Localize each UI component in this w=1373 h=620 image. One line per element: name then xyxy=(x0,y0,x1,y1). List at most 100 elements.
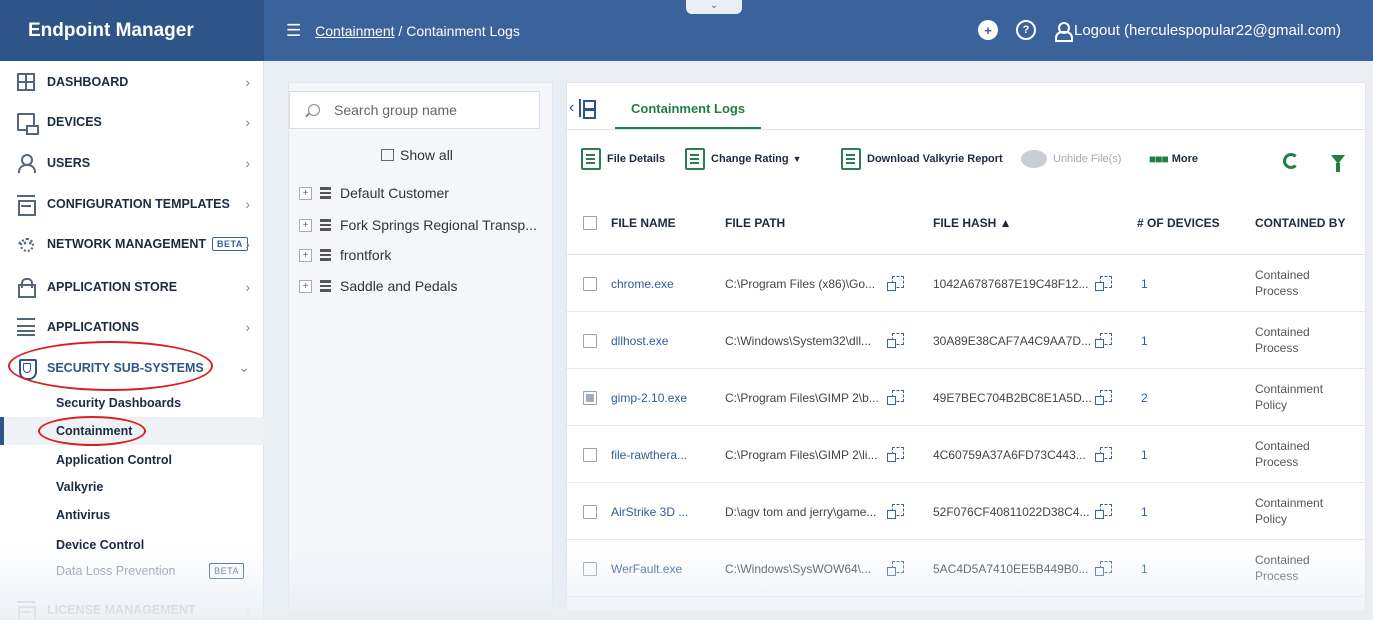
change-rating-button[interactable]: Change Rating ▼ xyxy=(685,145,802,173)
header-actions: + ? Logout (herculespopular22@gmail.com) xyxy=(978,18,1341,42)
show-all-button[interactable]: Show all xyxy=(381,147,453,163)
sidebar-subitem-valkyrie[interactable]: Valkyrie xyxy=(0,473,264,501)
table-row[interactable]: file-rawthera... C:\Program Files\GIMP 2\… xyxy=(567,426,1367,483)
column-contained-by[interactable]: CONTAINED BY xyxy=(1255,216,1345,230)
copy-path-icon[interactable] xyxy=(887,447,904,462)
app-title[interactable]: Endpoint Manager xyxy=(0,0,264,61)
group-tree-icon[interactable] xyxy=(579,99,596,119)
store-icon xyxy=(17,277,36,298)
refresh-icon[interactable] xyxy=(1283,153,1299,169)
copy-hash-icon[interactable] xyxy=(1095,390,1112,405)
column-file-name[interactable]: FILE NAME xyxy=(611,216,676,230)
tree-item[interactable]: + Saddle and Pedals xyxy=(299,276,458,296)
expand-icon[interactable]: + xyxy=(299,186,312,200)
group-search-input[interactable] xyxy=(334,102,524,118)
sidebar-item-network-management[interactable]: NETWORK MANAGEMENT BETA › xyxy=(0,223,264,264)
row-checkbox[interactable] xyxy=(583,277,597,291)
device-count-link[interactable]: 2 xyxy=(1141,391,1148,405)
device-count-link[interactable]: 1 xyxy=(1141,505,1148,519)
column-devices[interactable]: # OF DEVICES xyxy=(1137,216,1220,230)
breadcrumb-containment-link[interactable]: Containment xyxy=(315,23,394,39)
sidebar-item-security-sub-systems[interactable]: SECURITY SUB-SYSTEMS ⌄ xyxy=(0,347,264,388)
filter-icon[interactable] xyxy=(1331,155,1345,172)
expand-icon[interactable]: + xyxy=(299,218,312,232)
tree-item[interactable]: + Fork Springs Regional Transp... xyxy=(299,215,537,235)
sidebar-item-application-store[interactable]: APPLICATION STORE › xyxy=(0,266,264,307)
download-valkyrie-report-button[interactable]: Download Valkyrie Report xyxy=(841,145,1003,173)
sidebar-item-configuration-templates[interactable]: CONFIGURATION TEMPLATES › xyxy=(0,183,264,224)
file-details-button[interactable]: File Details xyxy=(581,145,665,173)
expand-icon[interactable]: + xyxy=(299,248,312,262)
copy-hash-icon[interactable] xyxy=(1095,504,1112,519)
table-row[interactable]: gimp-2.10.exe C:\Program Files\GIMP 2\b..… xyxy=(567,369,1367,426)
file-name-link[interactable]: gimp-2.10.exe xyxy=(611,391,687,405)
column-file-path[interactable]: FILE PATH xyxy=(725,216,785,230)
table-row[interactable]: WerFault.exe C:\Windows\SysWOW64\... 5AC4D… xyxy=(567,540,1367,597)
sidebar-item-label: DEVICES xyxy=(47,114,102,129)
copy-hash-icon[interactable] xyxy=(1095,333,1112,348)
tree-item[interactable]: + frontfork xyxy=(299,245,391,265)
unhide-files-button[interactable]: Unhide File(s) xyxy=(1021,145,1121,173)
collapse-panel-chevron-icon[interactable]: ‹ xyxy=(569,99,574,117)
tree-item[interactable]: + Default Customer xyxy=(299,183,449,203)
breadcrumb: ☰ Containment / Containment Logs xyxy=(286,0,520,61)
table-row[interactable]: chrome.exe C:\Program Files (x86)\Go... 10… xyxy=(567,255,1367,312)
file-name-link[interactable]: dllhost.exe xyxy=(611,334,668,348)
row-checkbox[interactable] xyxy=(583,391,597,405)
collapse-handle-icon[interactable]: ⌄ xyxy=(686,0,742,14)
device-count-link[interactable]: 1 xyxy=(1141,448,1148,462)
sidebar-item-license-management[interactable]: LICENSE MANAGEMENT › xyxy=(0,589,264,620)
row-checkbox[interactable] xyxy=(583,562,597,576)
unhide-icon xyxy=(1021,150,1047,168)
copy-hash-icon[interactable] xyxy=(1095,561,1112,576)
hamburger-menu-icon[interactable]: ☰ xyxy=(286,21,301,40)
file-name-link[interactable]: file-rawthera... xyxy=(611,448,687,462)
sidebar-subitem-containment[interactable]: Containment xyxy=(0,417,264,445)
chevron-right-icon: › xyxy=(245,195,250,212)
beta-badge: BETA xyxy=(209,563,244,579)
copy-hash-icon[interactable] xyxy=(1095,276,1112,291)
help-icon[interactable]: ? xyxy=(1016,20,1036,40)
sidebar-subitem-antivirus[interactable]: Antivirus xyxy=(0,501,264,529)
sidebar-subitem-data-loss-prevention[interactable]: Data Loss Prevention BETA xyxy=(0,557,264,585)
sidebar-item-label: APPLICATION STORE xyxy=(47,279,178,294)
expand-icon[interactable]: + xyxy=(299,279,312,293)
breadcrumb-separator: / xyxy=(394,23,407,39)
sidebar-item-dashboard[interactable]: DASHBOARD › xyxy=(0,61,264,102)
sidebar-item-devices[interactable]: DEVICES › xyxy=(0,101,264,142)
file-name-link[interactable]: WerFault.exe xyxy=(611,562,682,576)
copy-path-icon[interactable] xyxy=(887,390,904,405)
file-hash-cell: 4C60759A37A6FD73C443... xyxy=(933,448,1086,462)
add-notification-icon[interactable]: + xyxy=(978,20,998,40)
sidebar-item-users[interactable]: USERS › xyxy=(0,142,264,183)
column-file-hash[interactable]: FILE HASH ▲ xyxy=(933,216,1012,230)
copy-path-icon[interactable] xyxy=(887,333,904,348)
file-name-link[interactable]: AirStrike 3D ... xyxy=(611,505,688,519)
tab-containment-logs[interactable]: Containment Logs xyxy=(615,93,762,130)
device-count-link[interactable]: 1 xyxy=(1141,334,1148,348)
row-checkbox[interactable] xyxy=(583,505,597,519)
database-icon xyxy=(320,219,331,231)
change-rating-label: Change Rating xyxy=(711,153,789,165)
copy-path-icon[interactable] xyxy=(887,504,904,519)
device-count-link[interactable]: 1 xyxy=(1141,277,1148,291)
more-button[interactable]: ■■■ More xyxy=(1149,145,1198,173)
sidebar-subitem-device-control[interactable]: Device Control xyxy=(0,531,264,559)
device-count-link[interactable]: 1 xyxy=(1141,562,1148,576)
unhide-label: Unhide File(s) xyxy=(1053,153,1122,165)
copy-path-icon[interactable] xyxy=(887,276,904,291)
row-checkbox[interactable] xyxy=(583,448,597,462)
copy-path-icon[interactable] xyxy=(887,561,904,576)
table-row[interactable]: AirStrike 3D ... D:\agv tom and jerry\gam… xyxy=(567,483,1367,540)
sidebar-subitem-application-control[interactable]: Application Control xyxy=(0,446,264,474)
table-row[interactable]: dllhost.exe C:\Windows\System32\dll... 30A… xyxy=(567,312,1367,369)
contained-by-cell: Contained Process xyxy=(1255,553,1310,583)
select-all-checkbox[interactable] xyxy=(583,216,597,230)
logout-button[interactable]: Logout (herculespopular22@gmail.com) xyxy=(1054,22,1341,42)
row-checkbox[interactable] xyxy=(583,334,597,348)
copy-hash-icon[interactable] xyxy=(1095,447,1112,462)
group-search-box[interactable] xyxy=(289,91,540,129)
sidebar-subitem-security-dashboards[interactable]: Security Dashboards xyxy=(0,389,264,417)
file-name-link[interactable]: chrome.exe xyxy=(611,277,674,291)
sidebar-item-applications[interactable]: APPLICATIONS › xyxy=(0,306,264,347)
